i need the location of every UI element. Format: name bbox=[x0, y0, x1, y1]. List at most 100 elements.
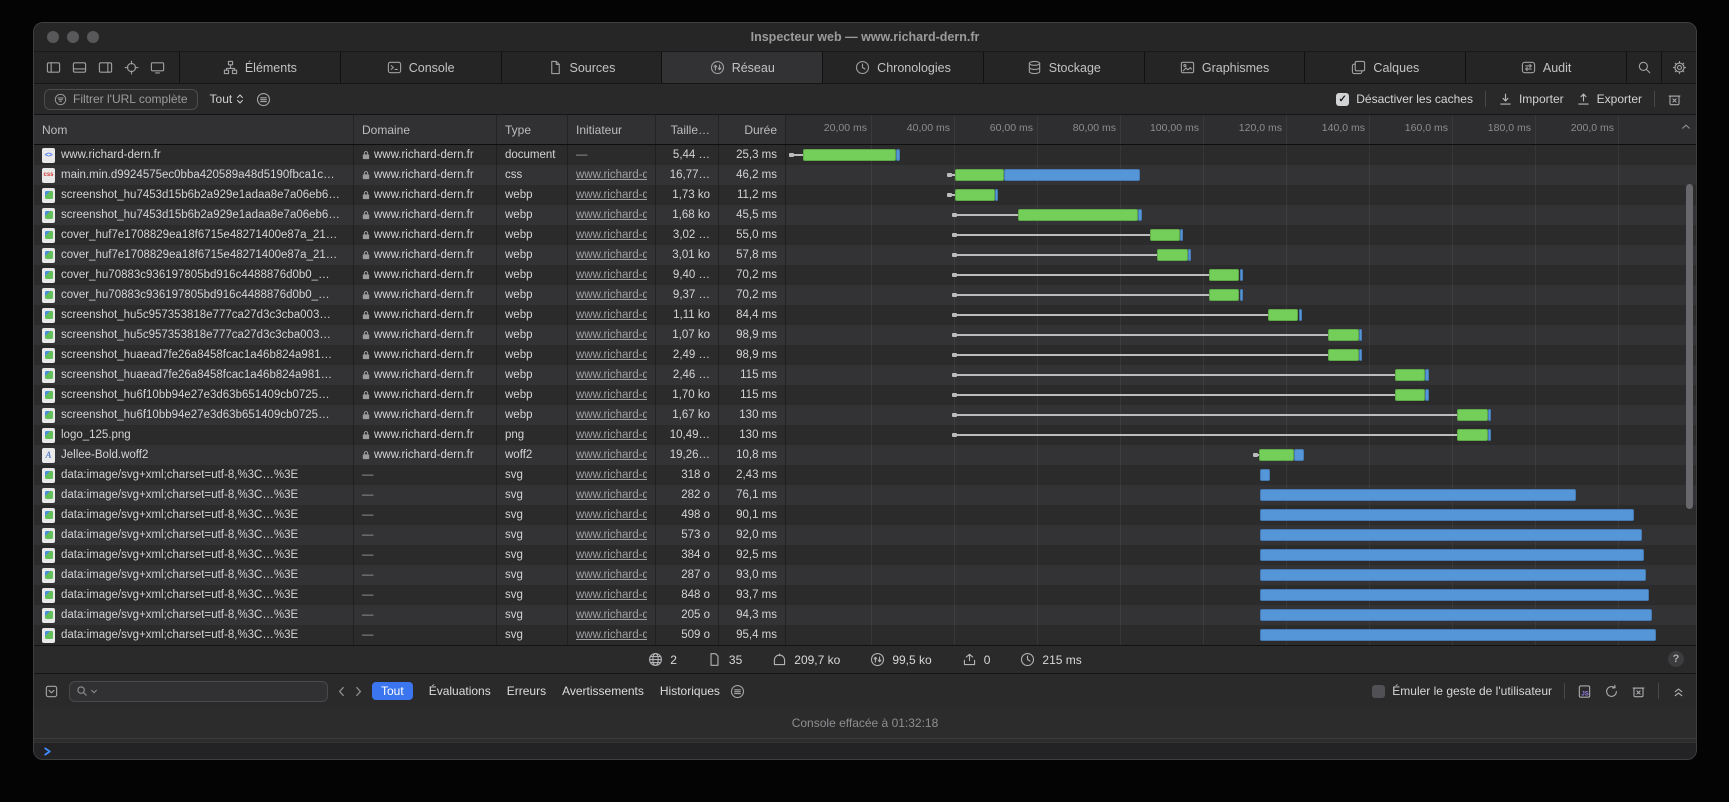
refresh-icon[interactable] bbox=[1604, 684, 1619, 699]
export-button[interactable]: Exporter bbox=[1576, 92, 1642, 107]
resource-type-dropdown[interactable]: Tout bbox=[210, 92, 245, 106]
tab-chronologies[interactable]: Chronologies bbox=[822, 52, 983, 83]
table-row[interactable]: screenshot_hu6f10bb94e27e3d63b651409cb07… bbox=[34, 405, 1696, 425]
initiator-link[interactable]: www.richard-d… bbox=[576, 389, 647, 401]
table-row[interactable]: data:image/svg+xml;charset=utf-8,%3C…%3E… bbox=[34, 525, 1696, 545]
clear-network-trash-icon[interactable] bbox=[1667, 92, 1686, 107]
initiator-link[interactable]: www.richard-d… bbox=[576, 269, 647, 281]
column-header-nom[interactable]: Nom bbox=[34, 115, 354, 144]
disable-caches-checkbox[interactable]: ✓ Désactiver les caches bbox=[1336, 92, 1473, 106]
table-row[interactable]: screenshot_hu5c957353818e777ca27d3c3cba0… bbox=[34, 325, 1696, 345]
table-row[interactable]: data:image/svg+xml;charset=utf-8,%3C…%3E… bbox=[34, 545, 1696, 565]
console-drawer-toggle-icon[interactable] bbox=[44, 684, 59, 699]
table-row[interactable]: screenshot_hu7453d15b6b2a929e1adaa8e7a06… bbox=[34, 205, 1696, 225]
scope-menu-icon[interactable] bbox=[730, 684, 745, 699]
tab-reseau[interactable]: Réseau bbox=[661, 52, 822, 83]
tab-calques[interactable]: Calques bbox=[1304, 52, 1465, 83]
close-window-button[interactable] bbox=[47, 31, 59, 43]
table-row[interactable]: data:image/svg+xml;charset=utf-8,%3C…%3E… bbox=[34, 485, 1696, 505]
column-header-duree[interactable]: Durée bbox=[719, 115, 786, 144]
table-row[interactable]: data:image/svg+xml;charset=utf-8,%3C…%3E… bbox=[34, 605, 1696, 625]
initiator-link[interactable]: www.richard-d… bbox=[576, 409, 647, 421]
initiator-link[interactable]: www.richard-d… bbox=[576, 329, 647, 341]
zoom-window-button[interactable] bbox=[87, 31, 99, 43]
console-scope-avertissements[interactable]: Avertissements bbox=[562, 684, 644, 698]
tab-console[interactable]: Console bbox=[340, 52, 501, 83]
column-header-domaine[interactable]: Domaine bbox=[354, 115, 497, 144]
console-scope-tout[interactable]: Tout bbox=[372, 682, 413, 700]
vertical-scrollbar-thumb[interactable] bbox=[1686, 184, 1693, 509]
initiator-link[interactable]: www.richard-d… bbox=[576, 549, 647, 561]
settings-button[interactable] bbox=[1661, 52, 1696, 83]
element-picker-icon[interactable] bbox=[124, 60, 139, 75]
console-scope-historiques[interactable]: Historiques bbox=[660, 684, 720, 698]
initiator-link[interactable]: www.richard-d… bbox=[576, 509, 647, 521]
console-search-input[interactable] bbox=[69, 681, 328, 702]
url-filter-input[interactable]: Filtrer l'URL complète bbox=[44, 89, 198, 110]
filter-menu-icon[interactable] bbox=[256, 92, 271, 107]
scroll-up-icon[interactable] bbox=[1681, 123, 1691, 130]
emulate-user-gesture-checkbox[interactable]: Émuler le geste de l'utilisateur bbox=[1372, 684, 1552, 698]
initiator-link[interactable]: www.richard-d… bbox=[576, 209, 647, 221]
initiator-link[interactable]: www.richard-d… bbox=[576, 529, 647, 541]
table-row[interactable]: data:image/svg+xml;charset=utf-8,%3C…%3E… bbox=[34, 565, 1696, 585]
initiator-link[interactable]: www.richard-d… bbox=[576, 429, 647, 441]
table-row[interactable]: data:image/svg+xml;charset=utf-8,%3C…%3E… bbox=[34, 505, 1696, 525]
table-row[interactable]: cover_huf7e1708829ea18f6715e48271400e87a… bbox=[34, 245, 1696, 265]
initiator-link[interactable]: www.richard-d… bbox=[576, 229, 647, 241]
console-scope-erreurs[interactable]: Erreurs bbox=[507, 684, 546, 698]
tab-audit[interactable]: Audit bbox=[1465, 52, 1626, 83]
initiator-link[interactable]: www.richard-d… bbox=[576, 289, 647, 301]
tab-search-button[interactable] bbox=[1626, 52, 1661, 83]
initiator-link[interactable]: www.richard-d… bbox=[576, 569, 647, 581]
table-row[interactable]: cover_huf7e1708829ea18f6715e48271400e87a… bbox=[34, 225, 1696, 245]
table-row[interactable]: data:image/svg+xml;charset=utf-8,%3C…%3E… bbox=[34, 465, 1696, 485]
dock-left-icon[interactable] bbox=[46, 60, 61, 75]
table-row[interactable]: AJellee-Bold.woff2www.richard-dern.frwof… bbox=[34, 445, 1696, 465]
table-row[interactable]: screenshot_hu6f10bb94e27e3d63b651409cb07… bbox=[34, 385, 1696, 405]
collapse-console-icon[interactable] bbox=[1671, 684, 1686, 699]
console-scope-evaluations[interactable]: Évaluations bbox=[429, 684, 491, 698]
table-row[interactable]: logo_125.pngwww.richard-dern.frpngwww.ri… bbox=[34, 425, 1696, 445]
initiator-link[interactable]: www.richard-d… bbox=[576, 309, 647, 321]
js-context-icon[interactable]: JS bbox=[1577, 684, 1592, 699]
initiator-link[interactable]: www.richard-d… bbox=[576, 589, 647, 601]
tab-sources[interactable]: Sources bbox=[501, 52, 662, 83]
minimize-window-button[interactable] bbox=[67, 31, 79, 43]
initiator-link[interactable]: www.richard-d… bbox=[576, 369, 647, 381]
chevron-right-icon[interactable] bbox=[355, 686, 362, 697]
initiator-link[interactable]: www.richard-d… bbox=[576, 189, 647, 201]
tab-graphismes[interactable]: Graphismes bbox=[1144, 52, 1305, 83]
tab-stockage[interactable]: Stockage bbox=[983, 52, 1144, 83]
tab-elements[interactable]: Éléments bbox=[179, 52, 340, 83]
import-button[interactable]: Importer bbox=[1498, 92, 1564, 107]
initiator-link[interactable]: www.richard-d… bbox=[576, 449, 647, 461]
initiator-link[interactable]: www.richard-d… bbox=[576, 469, 647, 481]
table-row[interactable]: data:image/svg+xml;charset=utf-8,%3C…%3E… bbox=[34, 625, 1696, 645]
table-row[interactable]: screenshot_huaead7fe26a8458fcac1a46b824a… bbox=[34, 365, 1696, 385]
clear-console-trash-icon[interactable] bbox=[1631, 684, 1646, 699]
initiator-link[interactable]: www.richard-d… bbox=[576, 349, 647, 361]
initiator-link[interactable]: www.richard-d… bbox=[576, 609, 647, 621]
dock-right-icon[interactable] bbox=[98, 60, 113, 75]
initiator-link[interactable]: www.richard-d… bbox=[576, 249, 647, 261]
initiator-link[interactable]: www.richard-d… bbox=[576, 489, 647, 501]
table-row[interactable]: cover_hu70883c936197805bd916c4488876d0b0… bbox=[34, 265, 1696, 285]
table-row[interactable]: data:image/svg+xml;charset=utf-8,%3C…%3E… bbox=[34, 585, 1696, 605]
table-row[interactable]: cover_hu70883c936197805bd916c4488876d0b0… bbox=[34, 285, 1696, 305]
column-header-initiateur[interactable]: Initiateur bbox=[568, 115, 656, 144]
initiator-link[interactable]: www.richard-d… bbox=[576, 629, 647, 641]
initiator-link[interactable]: www.richard-d… bbox=[576, 169, 647, 181]
console-prompt-row[interactable] bbox=[34, 742, 1696, 759]
table-row[interactable]: screenshot_hu7453d15b6b2a929e1adaa8e7a06… bbox=[34, 185, 1696, 205]
table-row[interactable]: screenshot_hu5c957353818e777ca27d3c3cba0… bbox=[34, 305, 1696, 325]
table-row[interactable]: <>www.richard-dern.frwww.richard-dern.fr… bbox=[34, 145, 1696, 165]
dock-bottom-icon[interactable] bbox=[72, 60, 87, 75]
chevron-left-icon[interactable] bbox=[338, 686, 345, 697]
column-header-taille[interactable]: Taille… bbox=[656, 115, 719, 144]
column-header-type[interactable]: Type bbox=[497, 115, 568, 144]
device-settings-icon[interactable] bbox=[150, 60, 165, 75]
table-row[interactable]: cssmain.min.d9924575ec0bba420589a48d5190… bbox=[34, 165, 1696, 185]
table-row[interactable]: screenshot_huaead7fe26a8458fcac1a46b824a… bbox=[34, 345, 1696, 365]
help-button[interactable]: ? bbox=[1668, 651, 1684, 667]
